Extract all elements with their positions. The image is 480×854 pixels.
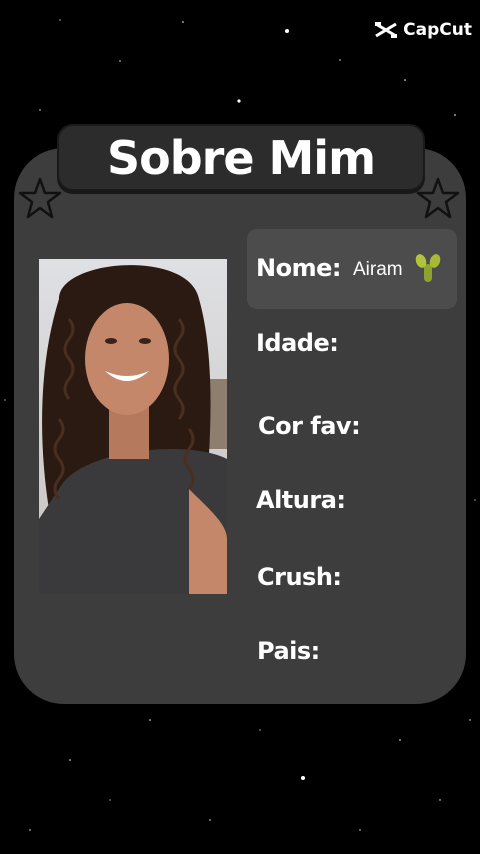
card-title: Sobre Mim xyxy=(57,124,425,191)
capcut-logo-icon xyxy=(375,22,398,38)
cor-fav-label: Cor fav: xyxy=(258,412,361,440)
cactus-emoji-icon xyxy=(415,254,441,282)
capcut-watermark: CapCut xyxy=(374,20,472,40)
star-outline-icon xyxy=(18,177,62,219)
pais-label: Pais: xyxy=(257,637,320,665)
watermark-label: CapCut xyxy=(403,20,472,40)
nome-label: Nome: xyxy=(256,254,341,282)
star-outline-icon xyxy=(416,177,460,219)
idade-label: Idade: xyxy=(256,329,339,357)
nome-value: Airam xyxy=(353,259,403,280)
altura-label: Altura: xyxy=(256,486,346,514)
profile-photo xyxy=(39,259,227,594)
crush-label: Crush: xyxy=(257,563,342,591)
